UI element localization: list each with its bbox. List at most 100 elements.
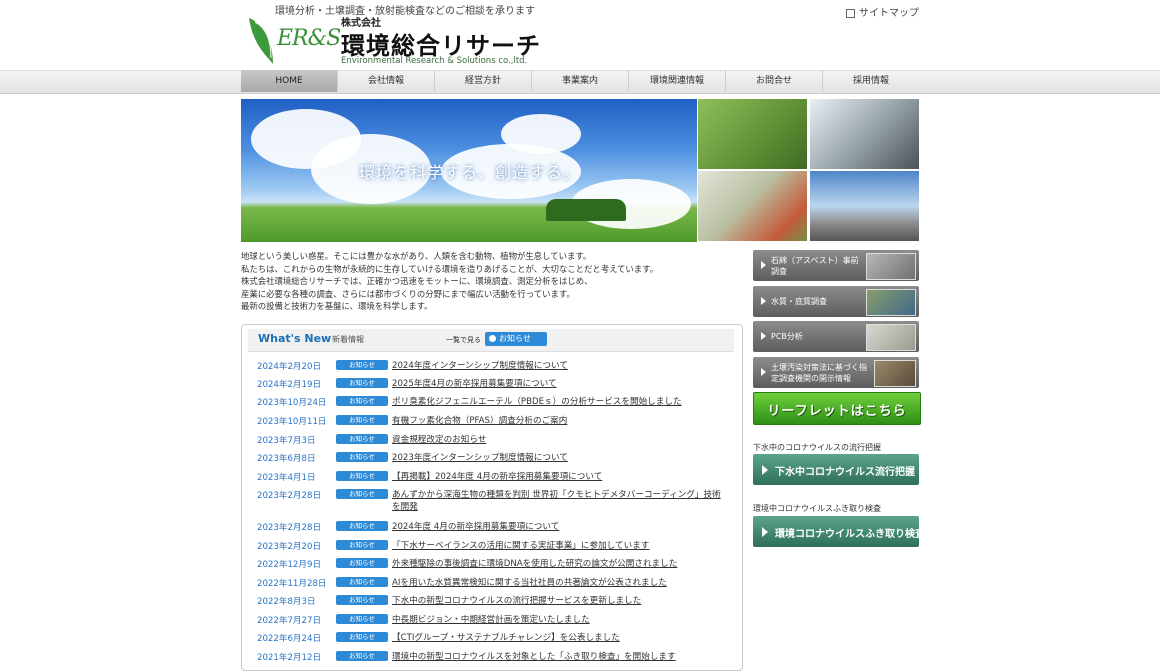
wipe-test-button[interactable]: 環境コロナウイルスふき取り検査 (753, 516, 925, 547)
sitemap-link[interactable]: サイトマップ (846, 4, 919, 19)
nav-home[interactable]: HOME (241, 70, 338, 92)
news-category-badge: お知らせ (336, 540, 388, 550)
intro-line: 産業に必要な各種の調査、さらには都市づくりの分野にまで幅広い活動を行っています。 (241, 288, 575, 299)
news-subtitle: 新着情報 (332, 335, 364, 344)
arrow-right-icon (761, 297, 766, 305)
news-date: 2023年10月11日 (257, 417, 327, 427)
news-date: 2023年2月28日 (257, 491, 322, 501)
tree-cluster (546, 199, 626, 221)
news-view-all-link[interactable]: 一覧で見る (446, 335, 481, 345)
hero-banner: 環境を科学する、創造する。 (241, 99, 697, 242)
news-category-badge: お知らせ (336, 378, 388, 388)
arrow-right-icon (761, 332, 766, 340)
sidebar-pcb-button[interactable]: PCB分析 (753, 321, 919, 352)
news-title: What's New (258, 332, 332, 345)
leaflet-label: リーフレットはこちら (767, 404, 907, 419)
arrow-right-icon (762, 527, 768, 537)
sidebar-soil-button[interactable]: 土壌汚染対策法に基づく指定調査機関の開示情報 (753, 357, 919, 388)
news-date: 2023年4月1日 (257, 473, 316, 483)
sidebar-water-button[interactable]: 水質・底質調査 (753, 286, 919, 317)
news-category-badge: お知らせ (336, 614, 388, 624)
global-nav: HOME 会社情報 経営方針 事業案内 環境関連情報 お問合せ 採用情報 (241, 70, 919, 92)
news-category-badge: お知らせ (336, 452, 388, 462)
news-header: What's New 新着情報 一覧で見る お知らせ (248, 329, 734, 352)
news-category-badge: お知らせ (336, 595, 388, 605)
pcb-thumbnail (866, 324, 916, 351)
news-category-badge: お知らせ (336, 558, 388, 568)
photo-microscope (810, 99, 919, 169)
wipe-section-label: 環境中コロナウイルスふき取り検査 (753, 504, 881, 513)
nav-environment-info[interactable]: 環境関連情報 (629, 70, 726, 92)
news-category-badge: お知らせ (336, 489, 388, 499)
news-date: 2022年12月9日 (257, 560, 322, 570)
news-category-badge: お知らせ (336, 471, 388, 481)
news-title-link[interactable]: 有機フッ素化合物（PFAS）調査分析のご案内 (392, 415, 727, 427)
news-date: 2021年2月12日 (257, 653, 322, 663)
news-title-link[interactable]: 中長期ビジョン・中期経営計画を策定いたしました (392, 614, 727, 626)
nav-policy[interactable]: 経営方針 (435, 70, 532, 92)
news-category-badge: お知らせ (336, 415, 388, 425)
sidebar-button-label: 石綿（アスベスト）事前調査 (771, 256, 859, 276)
news-title-link[interactable]: 2024年度 4月の新卒採用募集要項について (392, 521, 727, 533)
soil-thumbnail (874, 360, 916, 387)
news-title-link[interactable]: 2024年度インターンシップ制度情報について (392, 360, 727, 372)
news-title-link[interactable]: AIを用いた水質異常検知に関する当社社員の共著論文が公表されました (392, 577, 727, 589)
leaflet-button[interactable]: リーフレットはこちら (753, 392, 921, 425)
photo-truck (810, 171, 919, 241)
sidebar-button-label: 土壌汚染対策法に基づく指定調査機関の開示情報 (771, 363, 867, 383)
news-category-badge: お知らせ (336, 521, 388, 531)
news-category-badge: お知らせ (336, 632, 388, 642)
news-title-link[interactable]: ポリ臭素化ジフェニルエーテル（PBDEｓ）の分析サービスを開始しました (392, 396, 727, 408)
news-title-link[interactable]: 外来種駆除の事後調査に環境DNAを使用した研究の論文が公開されました (392, 558, 727, 570)
news-category-badge: お知らせ (336, 360, 388, 370)
news-title-link[interactable]: 2025年度4月の新卒採用募集要項について (392, 378, 727, 390)
asbestos-thumbnail (866, 253, 916, 280)
hero-copy: 環境を科学する、創造する。 (359, 163, 581, 182)
news-category-badge: お知らせ (336, 396, 388, 406)
sewage-covid-button[interactable]: 下水中コロナウイルス流行把握 (753, 454, 919, 485)
news-date: 2024年2月19日 (257, 380, 322, 390)
sitemap-icon (846, 8, 855, 18)
site-header: 環境分析・土壌調査・放射能検査などのご相談を承ります ER&S 株式会社 環境総… (241, 0, 919, 70)
sewage-covid-label: 下水中コロナウイルス流行把握 (775, 467, 915, 478)
news-title-link[interactable]: 「下水サーベイランスの活用に関する実証事業」に参加しています (392, 540, 727, 552)
news-date: 2023年10月24日 (257, 398, 327, 408)
news-title-link[interactable]: 資金規程改定のお知らせ (392, 434, 727, 446)
water-thumbnail (866, 289, 916, 316)
news-title-link[interactable]: 2023年度インターンシップ制度情報について (392, 452, 727, 464)
news-title-link[interactable]: 【再掲載】2024年度 4月の新卒採用募集要項について (392, 471, 727, 483)
news-category-badge: お知らせ (336, 434, 388, 444)
logo-mark: ER&S (277, 26, 341, 51)
news-tab-label: お知らせ (499, 334, 531, 343)
news-title-link[interactable]: 【CTIグループ・サステナブルチャレンジ】を公表しました (392, 632, 727, 644)
intro-text: 地球という美しい惑星。そこには豊かな水があり、人類を含む動物、植物が生息していま… (241, 250, 746, 313)
sidebar-button-label: PCB分析 (771, 332, 803, 341)
nav-recruit[interactable]: 採用情報 (823, 70, 919, 92)
news-date: 2023年6月8日 (257, 454, 316, 464)
sidebar-button-label: 水質・底質調査 (771, 297, 827, 306)
nav-company[interactable]: 会社情報 (338, 70, 435, 92)
news-date: 2023年2月28日 (257, 523, 322, 533)
arrow-right-icon (761, 368, 766, 376)
nav-contact[interactable]: お問合せ (726, 70, 823, 92)
news-title-link[interactable]: あんずかから深海生物の種類を判別 世界初「クモヒトデメタバーコーディング」技術を… (392, 489, 727, 513)
news-title-link[interactable]: 環境中の新型コロナウイルスを対象とした「ふき取り検査」を開始します (392, 651, 727, 663)
sewage-section-label: 下水中のコロナウイルスの流行把握 (753, 443, 881, 452)
company-name-en: Environmental Research & Solutions co.,l… (341, 56, 528, 66)
photo-field-survey (698, 99, 807, 169)
sitemap-label: サイトマップ (859, 8, 919, 19)
intro-line: 株式会社環境総合リサーチでは、正確かつ迅速をモットーに、環境調査、測定分析をはじ… (241, 276, 593, 287)
news-title-link[interactable]: 下水中の新型コロナウイルスの流行把握サービスを更新しました (392, 595, 727, 607)
photo-laboratory (698, 171, 807, 241)
nav-services[interactable]: 事業案内 (532, 70, 629, 92)
news-panel: What's New 新着情報 一覧で見る お知らせ 2024年2月20日 お知ら… (241, 324, 743, 671)
sidebar-asbestos-button[interactable]: 石綿（アスベスト）事前調査 (753, 250, 919, 281)
news-category-badge: お知らせ (336, 577, 388, 587)
wipe-test-label: 環境コロナウイルスふき取り検査 (775, 529, 925, 540)
news-date: 2023年2月20日 (257, 542, 322, 552)
news-date: 2022年6月24日 (257, 634, 322, 644)
news-category-badge: お知らせ (336, 651, 388, 661)
news-tab-notice[interactable]: お知らせ (485, 332, 547, 346)
intro-line: 地球という美しい惑星。そこには豊かな水があり、人類を含む動物、植物が生息していま… (241, 251, 592, 261)
news-date: 2022年8月3日 (257, 597, 316, 607)
